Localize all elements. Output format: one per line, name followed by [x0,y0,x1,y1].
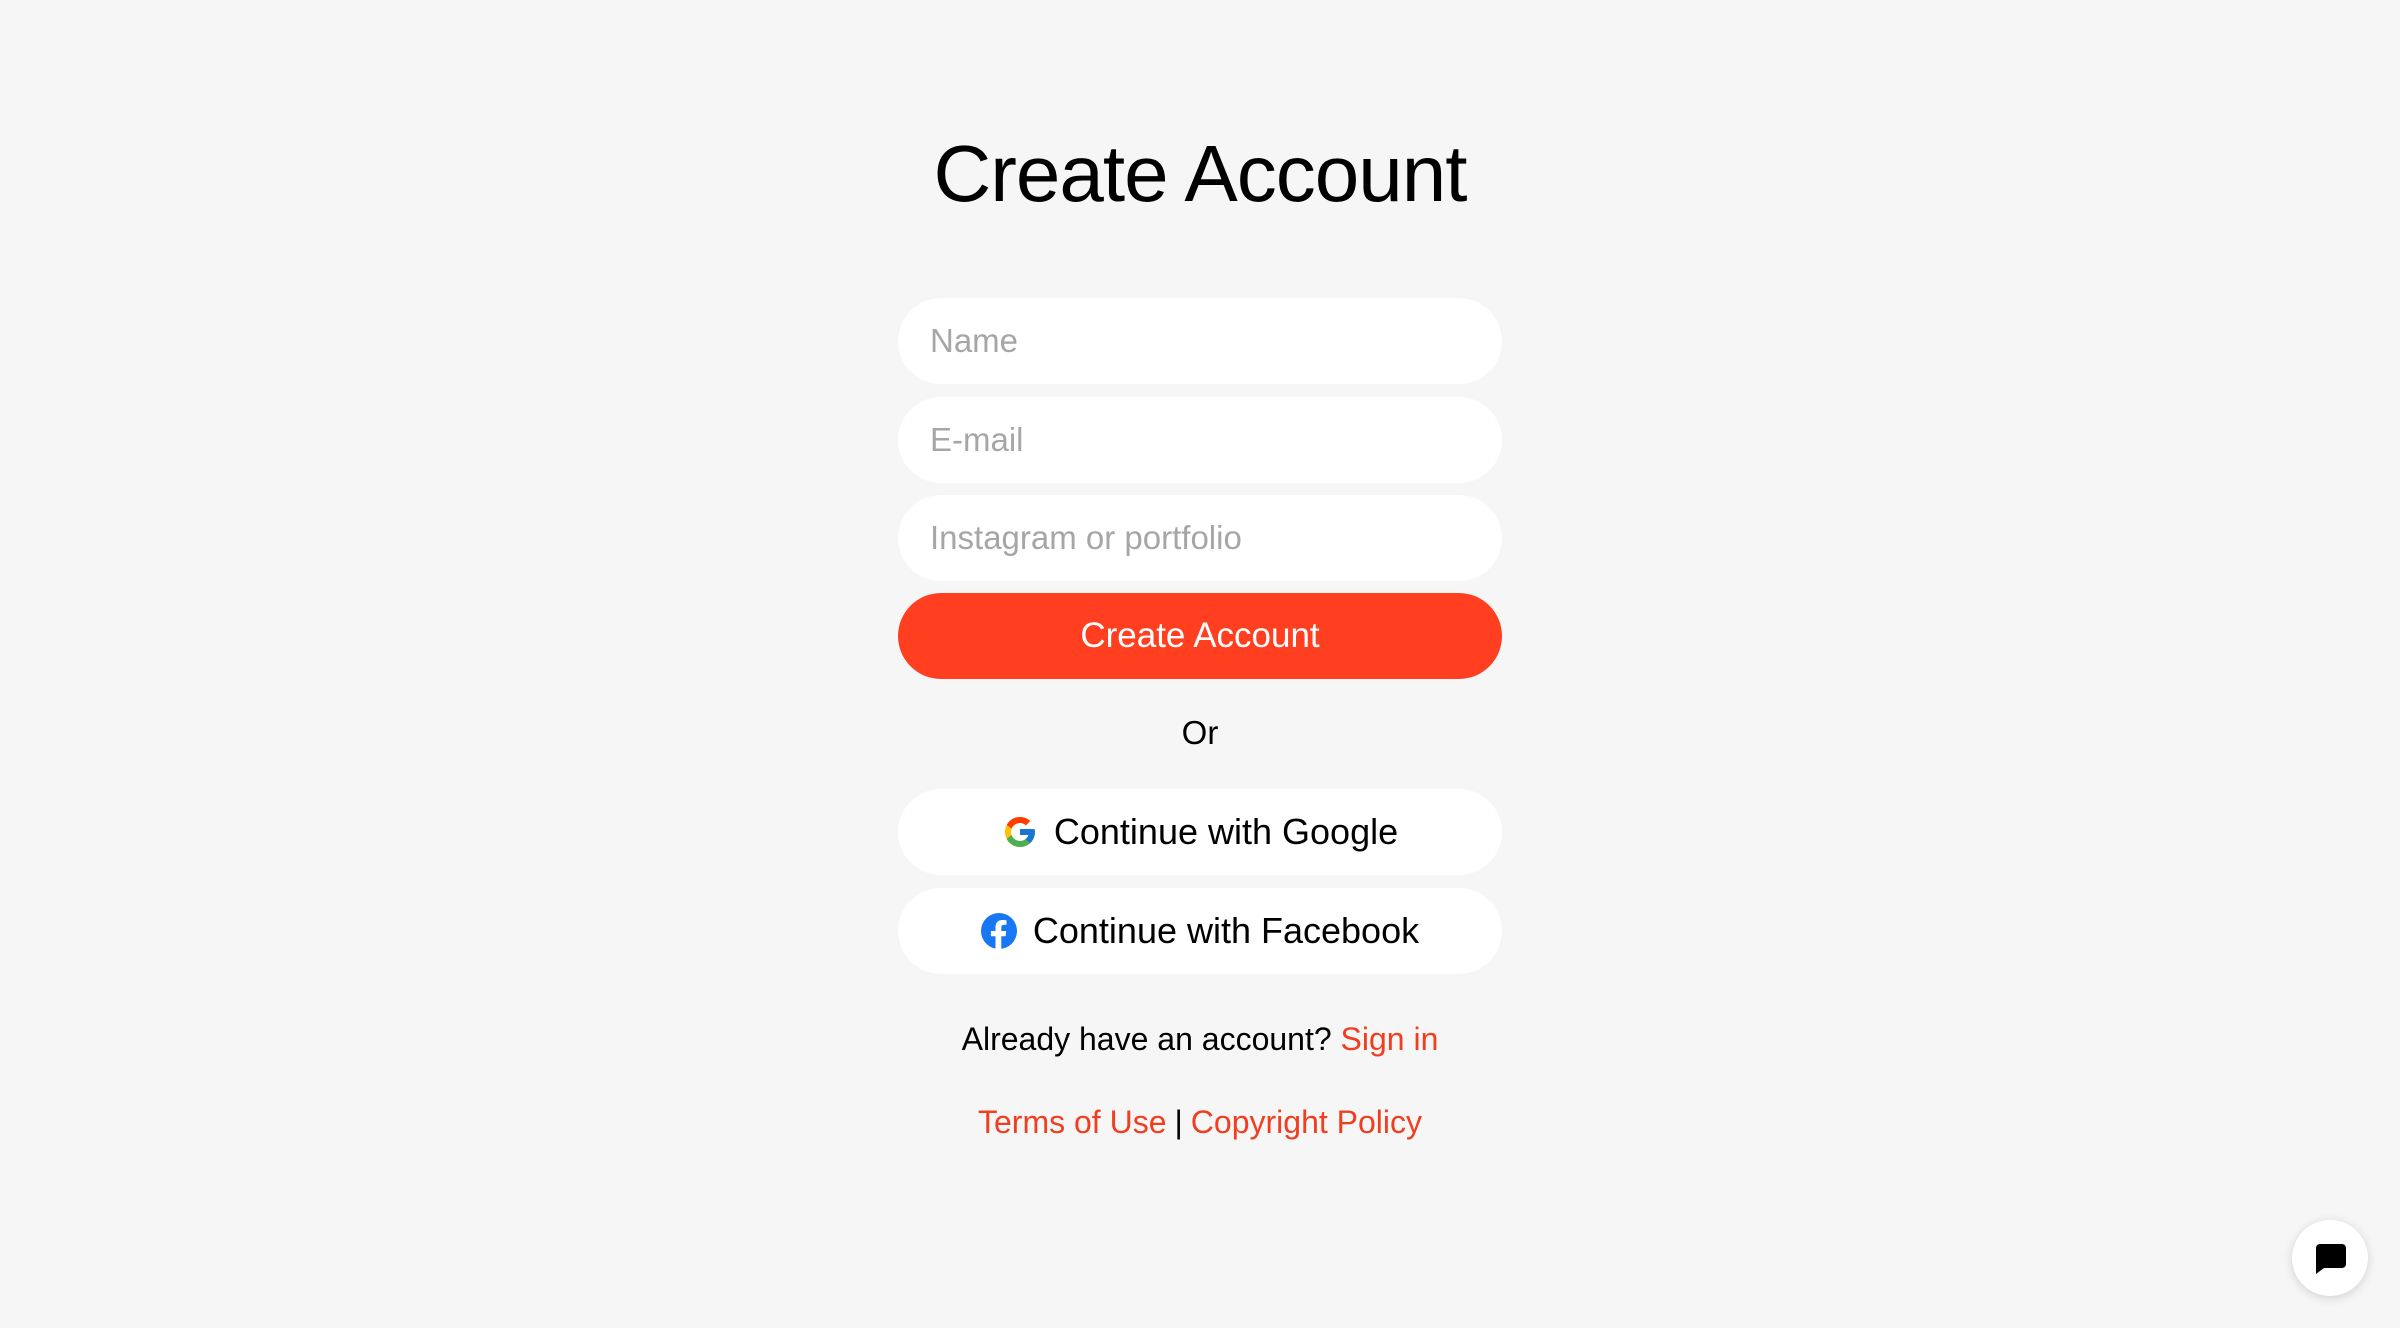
sign-in-link[interactable]: Sign in [1341,1021,1439,1057]
create-account-button[interactable]: Create Account [898,593,1502,679]
facebook-button-label: Continue with Facebook [1032,910,1420,951]
copyright-policy-link[interactable]: Copyright Policy [1191,1104,1422,1140]
continue-with-facebook-button[interactable]: Continue with Facebook [898,888,1502,974]
portfolio-input[interactable] [898,495,1502,581]
signin-prompt-line: Already have an account? Sign in [898,1019,1502,1059]
chat-launcher-button[interactable] [2292,1220,2368,1296]
continue-with-google-button[interactable]: Continue with Google [898,789,1502,875]
facebook-icon [980,913,1017,949]
signin-prompt-text: Already have an account? [961,1021,1332,1057]
google-icon [1002,814,1038,850]
email-input[interactable] [898,397,1502,483]
chat-icon [2310,1238,2350,1278]
terms-of-use-link[interactable]: Terms of Use [978,1104,1166,1140]
name-input[interactable] [898,298,1502,384]
footer-links: Terms of Use | Copyright Policy [898,1102,1502,1142]
footer-separator: | [1174,1104,1183,1140]
or-divider: Or [1181,714,1219,751]
page-title: Create Account [933,129,1468,218]
google-button-label: Continue with Google [1053,811,1399,852]
